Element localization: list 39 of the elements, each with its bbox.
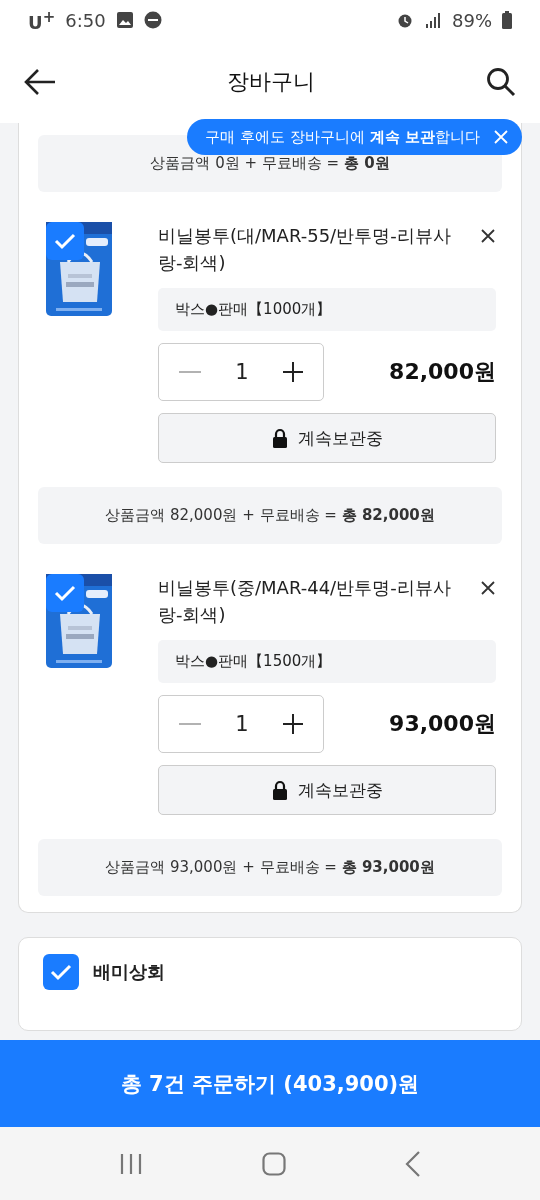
order-button[interactable]: 총 7건 주문하기 (403,900)원 xyxy=(0,1040,540,1127)
checkbox[interactable] xyxy=(43,954,79,990)
page-title: 장바구니 xyxy=(227,67,315,96)
lock-icon xyxy=(271,780,288,800)
checkmark-icon xyxy=(54,584,76,602)
checkbox[interactable] xyxy=(46,574,84,612)
keep-button[interactable]: 계속보관중 xyxy=(158,765,496,815)
checkmark-icon xyxy=(50,963,72,981)
close-icon[interactable] xyxy=(480,228,496,244)
battery-percent: 89% xyxy=(452,9,492,31)
back-arrow-icon[interactable] xyxy=(24,67,56,96)
order-summary: 상품금액 93,000원 + 무료배송 = 총 93,000원 xyxy=(105,858,435,877)
home-icon[interactable] xyxy=(262,1151,286,1176)
product-name[interactable]: 비닐봉투(중/MAR-44/반투명-리뷰사랑-회색) xyxy=(158,574,472,628)
image-icon xyxy=(115,11,134,29)
quantity-value: 1 xyxy=(235,360,249,384)
product-option: 박스●판매【1000개】 xyxy=(158,288,496,331)
item-price: 82,000원 xyxy=(389,358,496,386)
close-icon[interactable] xyxy=(480,580,496,596)
battery-icon xyxy=(502,11,512,29)
lock-icon xyxy=(271,428,288,448)
signal-icon xyxy=(424,11,442,29)
carrier-label: U$^{+}$ xyxy=(28,7,56,33)
item-price: 93,000원 xyxy=(389,710,496,738)
recent-apps-icon[interactable] xyxy=(119,1152,144,1175)
notification-icon xyxy=(143,11,162,29)
checkmark-icon xyxy=(54,232,76,250)
search-icon[interactable] xyxy=(486,66,516,97)
tooltip-text: 구매 후에도 장바구니에 계속 보관합니다 xyxy=(205,127,480,147)
product-name[interactable]: 비닐봉투(대/MAR-55/반투명-리뷰사랑-회색) xyxy=(158,222,472,276)
product-option: 박스●판매【1500개】 xyxy=(158,640,496,683)
store-name: 배미상회 xyxy=(93,960,165,984)
order-summary: 상품금액 82,000원 + 무료배송 = 총 82,000원 xyxy=(105,506,435,525)
back-icon[interactable] xyxy=(404,1150,421,1177)
order-summary: 상품금액 0원 + 무료배송 = 총 0원 xyxy=(150,154,390,173)
quantity-value: 1 xyxy=(235,712,249,736)
checkbox[interactable] xyxy=(46,222,84,260)
clock: 6:50 xyxy=(65,9,106,31)
keep-button[interactable]: 계속보관중 xyxy=(158,413,496,463)
